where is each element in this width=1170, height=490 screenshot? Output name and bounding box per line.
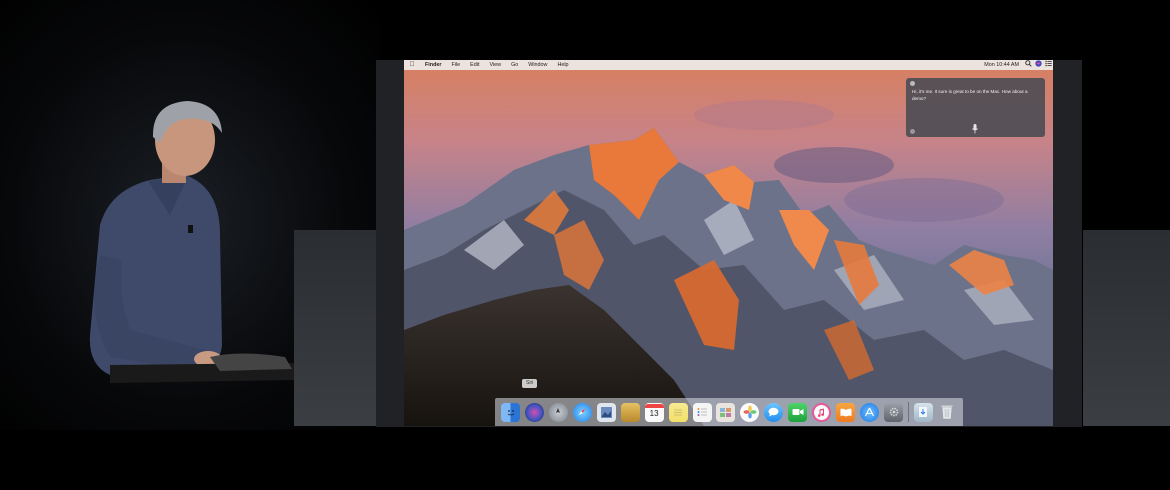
menu-view[interactable]: View: [484, 60, 506, 70]
menu-finder[interactable]: Finder: [420, 60, 446, 70]
notes-icon[interactable]: [668, 402, 688, 422]
menu-bar-clock[interactable]: Mon 10:44 AM: [980, 60, 1023, 70]
menu-edit[interactable]: Edit: [465, 60, 484, 70]
facetime-icon[interactable]: [788, 402, 808, 422]
reminders-icon[interactable]: [692, 402, 712, 422]
notification-center-icon[interactable]: [1043, 60, 1053, 71]
apple-menu-icon[interactable]: : [404, 60, 420, 70]
mac-desktop:  Finder File Edit View Go Window Help M…: [404, 60, 1053, 426]
system-preferences-icon[interactable]: [884, 402, 903, 422]
dock: 13: [495, 398, 963, 426]
siri-icon[interactable]: [524, 402, 544, 422]
calendar-icon[interactable]: 13: [644, 402, 664, 422]
preview-icon[interactable]: [596, 402, 616, 422]
app-store-icon[interactable]: [860, 402, 880, 422]
safari-icon[interactable]: [572, 402, 592, 422]
downloads-icon[interactable]: [913, 402, 933, 422]
siri-help-icon[interactable]: [910, 129, 915, 134]
siri-logo-icon: [910, 81, 915, 86]
messages-icon[interactable]: [764, 402, 784, 422]
keynote-stage:  Finder File Edit View Go Window Help M…: [0, 0, 1170, 490]
calendar-day: 13: [649, 409, 659, 418]
siri-message: Hi, it's me. It sure is great to be on t…: [912, 89, 1028, 101]
menu-bar:  Finder File Edit View Go Window Help M…: [404, 60, 1053, 70]
menu-help[interactable]: Help: [552, 60, 573, 70]
trash-icon[interactable]: [938, 403, 957, 422]
menu-go[interactable]: Go: [506, 60, 523, 70]
siri-icon[interactable]: [1033, 60, 1043, 71]
microphone-icon[interactable]: [972, 121, 978, 134]
siri-notification-panel[interactable]: Hi, it's me. It sure is great to be on t…: [906, 78, 1045, 137]
stage-side-panel-left: [294, 230, 378, 426]
search-icon[interactable]: [1023, 60, 1033, 71]
itunes-icon[interactable]: [812, 402, 832, 422]
notes-folder-icon[interactable]: [620, 402, 640, 422]
dock-tooltip: Siri: [522, 379, 538, 388]
stage-side-panel-right: [1083, 230, 1170, 426]
dock-separator: [907, 402, 909, 422]
presenter-figure: [89, 101, 295, 383]
launchpad-icon[interactable]: [548, 402, 568, 422]
photos-icon[interactable]: [740, 402, 760, 422]
finder-icon[interactable]: [501, 402, 520, 422]
photo-booth-icon[interactable]: [716, 402, 736, 422]
menu-file[interactable]: File: [446, 60, 465, 70]
menu-window[interactable]: Window: [523, 60, 552, 70]
ibooks-icon[interactable]: [836, 402, 856, 422]
